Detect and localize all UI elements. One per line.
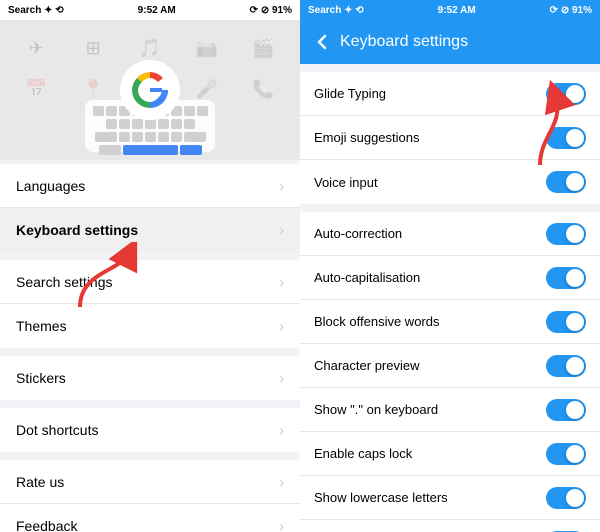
kb-key bbox=[197, 106, 208, 116]
settings-item-show-lowercase[interactable]: Show lowercase letters bbox=[300, 476, 600, 520]
search-label: Search ✦ ⟲ bbox=[8, 5, 64, 16]
right-panel: Search ✦ ⟲ 9:52 AM ⟳ ⊘ 91% Keyboard sett… bbox=[300, 0, 600, 532]
character-preview-toggle[interactable] bbox=[546, 355, 586, 377]
menu-item-keyboard-settings[interactable]: Keyboard settings › bbox=[0, 208, 300, 252]
bg-icon-6: 📅 bbox=[8, 69, 65, 110]
chevron-icon: › bbox=[279, 422, 284, 438]
menu-group-1: Languages › Keyboard settings › bbox=[0, 164, 300, 252]
enable-caps-lock-label: Enable caps lock bbox=[314, 446, 546, 461]
voice-input-label: Voice input bbox=[314, 175, 546, 190]
menu-item-feedback[interactable]: Feedback › bbox=[0, 504, 300, 532]
google-logo bbox=[118, 58, 182, 122]
red-arrow-right bbox=[500, 80, 590, 170]
bg-icon-10: 📞 bbox=[235, 69, 292, 110]
menu-item-dot-shortcuts[interactable]: Dot shortcuts › bbox=[0, 408, 300, 452]
kb-key-enter bbox=[180, 145, 202, 155]
menu-item-languages[interactable]: Languages › bbox=[0, 164, 300, 208]
kb-key bbox=[106, 106, 117, 116]
settings-item-show-number-row[interactable]: Show number row bbox=[300, 520, 600, 532]
settings-item-block-offensive[interactable]: Block offensive words bbox=[300, 300, 600, 344]
kb-key bbox=[119, 132, 130, 142]
kb-key bbox=[184, 106, 195, 116]
chevron-icon: › bbox=[279, 518, 284, 532]
kb-row-3 bbox=[91, 132, 209, 142]
kb-key bbox=[158, 132, 169, 142]
right-status-right: ⟳ ⊘ 91% bbox=[550, 5, 592, 16]
kb-key bbox=[184, 119, 195, 129]
character-preview-label: Character preview bbox=[314, 358, 546, 373]
chevron-icon: › bbox=[279, 274, 284, 290]
menu-item-label: Stickers bbox=[16, 370, 66, 386]
menu-item-stickers[interactable]: Stickers › bbox=[0, 356, 300, 400]
left-menu: Languages › Keyboard settings › Search s… bbox=[0, 160, 300, 532]
kb-key-space bbox=[123, 145, 178, 155]
auto-correction-toggle[interactable] bbox=[546, 223, 586, 245]
bg-icon-5: 🎬 bbox=[235, 28, 292, 69]
settings-item-auto-capitalisation[interactable]: Auto-capitalisation bbox=[300, 256, 600, 300]
kb-key-123 bbox=[99, 145, 121, 155]
menu-item-search-settings[interactable]: Search settings › bbox=[0, 260, 300, 304]
menu-item-label: Languages bbox=[16, 178, 85, 194]
settings-item-enable-caps-lock[interactable]: Enable caps lock bbox=[300, 432, 600, 476]
chevron-icon: › bbox=[279, 318, 284, 334]
auto-correction-label: Auto-correction bbox=[314, 226, 546, 241]
right-status-bar: Search ✦ ⟲ 9:52 AM ⟳ ⊘ 91% bbox=[300, 0, 600, 20]
menu-item-label: Themes bbox=[16, 318, 67, 334]
battery-label: ⟳ ⊘ 91% bbox=[250, 5, 292, 16]
menu-item-label: Dot shortcuts bbox=[16, 422, 98, 438]
left-panel: Search ✦ ⟲ 9:52 AM ⟳ ⊘ 91% ✈ ⊞ 🎵 📷 🎬 📅 📍… bbox=[0, 0, 300, 532]
right-time: 9:52 AM bbox=[438, 5, 476, 16]
menu-item-label: Search settings bbox=[16, 274, 113, 290]
menu-group-2: Search settings › Themes › bbox=[0, 260, 300, 348]
menu-group-5: Rate us › Feedback › bbox=[0, 460, 300, 532]
keyboard-settings-title: Keyboard settings bbox=[340, 33, 468, 51]
status-left: Search ✦ ⟲ bbox=[8, 5, 64, 16]
settings-group-2: Auto-correction Auto-capitalisation Bloc… bbox=[300, 212, 600, 532]
menu-item-rate-us[interactable]: Rate us › bbox=[0, 460, 300, 504]
kb-key bbox=[171, 132, 182, 142]
chevron-icon: › bbox=[279, 370, 284, 386]
left-status-bar: Search ✦ ⟲ 9:52 AM ⟳ ⊘ 91% bbox=[0, 0, 300, 20]
kb-key-backspace bbox=[184, 132, 206, 142]
kb-key bbox=[106, 119, 117, 129]
chevron-icon: › bbox=[279, 178, 284, 194]
chevron-icon: › bbox=[279, 222, 284, 238]
settings-item-show-dot[interactable]: Show "." on keyboard bbox=[300, 388, 600, 432]
show-lowercase-label: Show lowercase letters bbox=[314, 490, 546, 505]
show-dot-toggle[interactable] bbox=[546, 399, 586, 421]
bg-icon-1: ✈ bbox=[8, 28, 65, 69]
block-offensive-label: Block offensive words bbox=[314, 314, 546, 329]
menu-group-3: Stickers › bbox=[0, 356, 300, 400]
show-lowercase-toggle[interactable] bbox=[546, 487, 586, 509]
menu-group-4: Dot shortcuts › bbox=[0, 408, 300, 452]
kb-key bbox=[132, 132, 143, 142]
bg-icon-4: 📷 bbox=[178, 28, 235, 69]
bg-icon-2: ⊞ bbox=[65, 28, 122, 69]
back-icon bbox=[312, 32, 332, 52]
enable-caps-lock-toggle[interactable] bbox=[546, 443, 586, 465]
settings-item-character-preview[interactable]: Character preview bbox=[300, 344, 600, 388]
left-time: 9:52 AM bbox=[138, 5, 176, 16]
menu-item-themes[interactable]: Themes › bbox=[0, 304, 300, 348]
back-button[interactable] bbox=[312, 32, 332, 52]
status-right: ⟳ ⊘ 91% bbox=[250, 5, 292, 16]
hero-area: ✈ ⊞ 🎵 📷 🎬 📅 📍 🎮 🎤 📞 bbox=[0, 20, 300, 160]
auto-capitalisation-toggle[interactable] bbox=[546, 267, 586, 289]
menu-item-label: Feedback bbox=[16, 518, 77, 532]
voice-input-toggle[interactable] bbox=[546, 171, 586, 193]
chevron-icon: › bbox=[279, 474, 284, 490]
menu-item-label: Keyboard settings bbox=[16, 222, 138, 238]
kb-key bbox=[93, 106, 104, 116]
settings-item-auto-correction[interactable]: Auto-correction bbox=[300, 212, 600, 256]
kb-key-shift bbox=[95, 132, 117, 142]
show-dot-label: Show "." on keyboard bbox=[314, 402, 546, 417]
kb-key bbox=[145, 132, 156, 142]
kb-row-4 bbox=[91, 145, 209, 155]
right-status-left: Search ✦ ⟲ bbox=[308, 5, 364, 16]
menu-item-label: Rate us bbox=[16, 474, 64, 490]
auto-capitalisation-label: Auto-capitalisation bbox=[314, 270, 546, 285]
right-header: Keyboard settings bbox=[300, 20, 600, 64]
block-offensive-toggle[interactable] bbox=[546, 311, 586, 333]
